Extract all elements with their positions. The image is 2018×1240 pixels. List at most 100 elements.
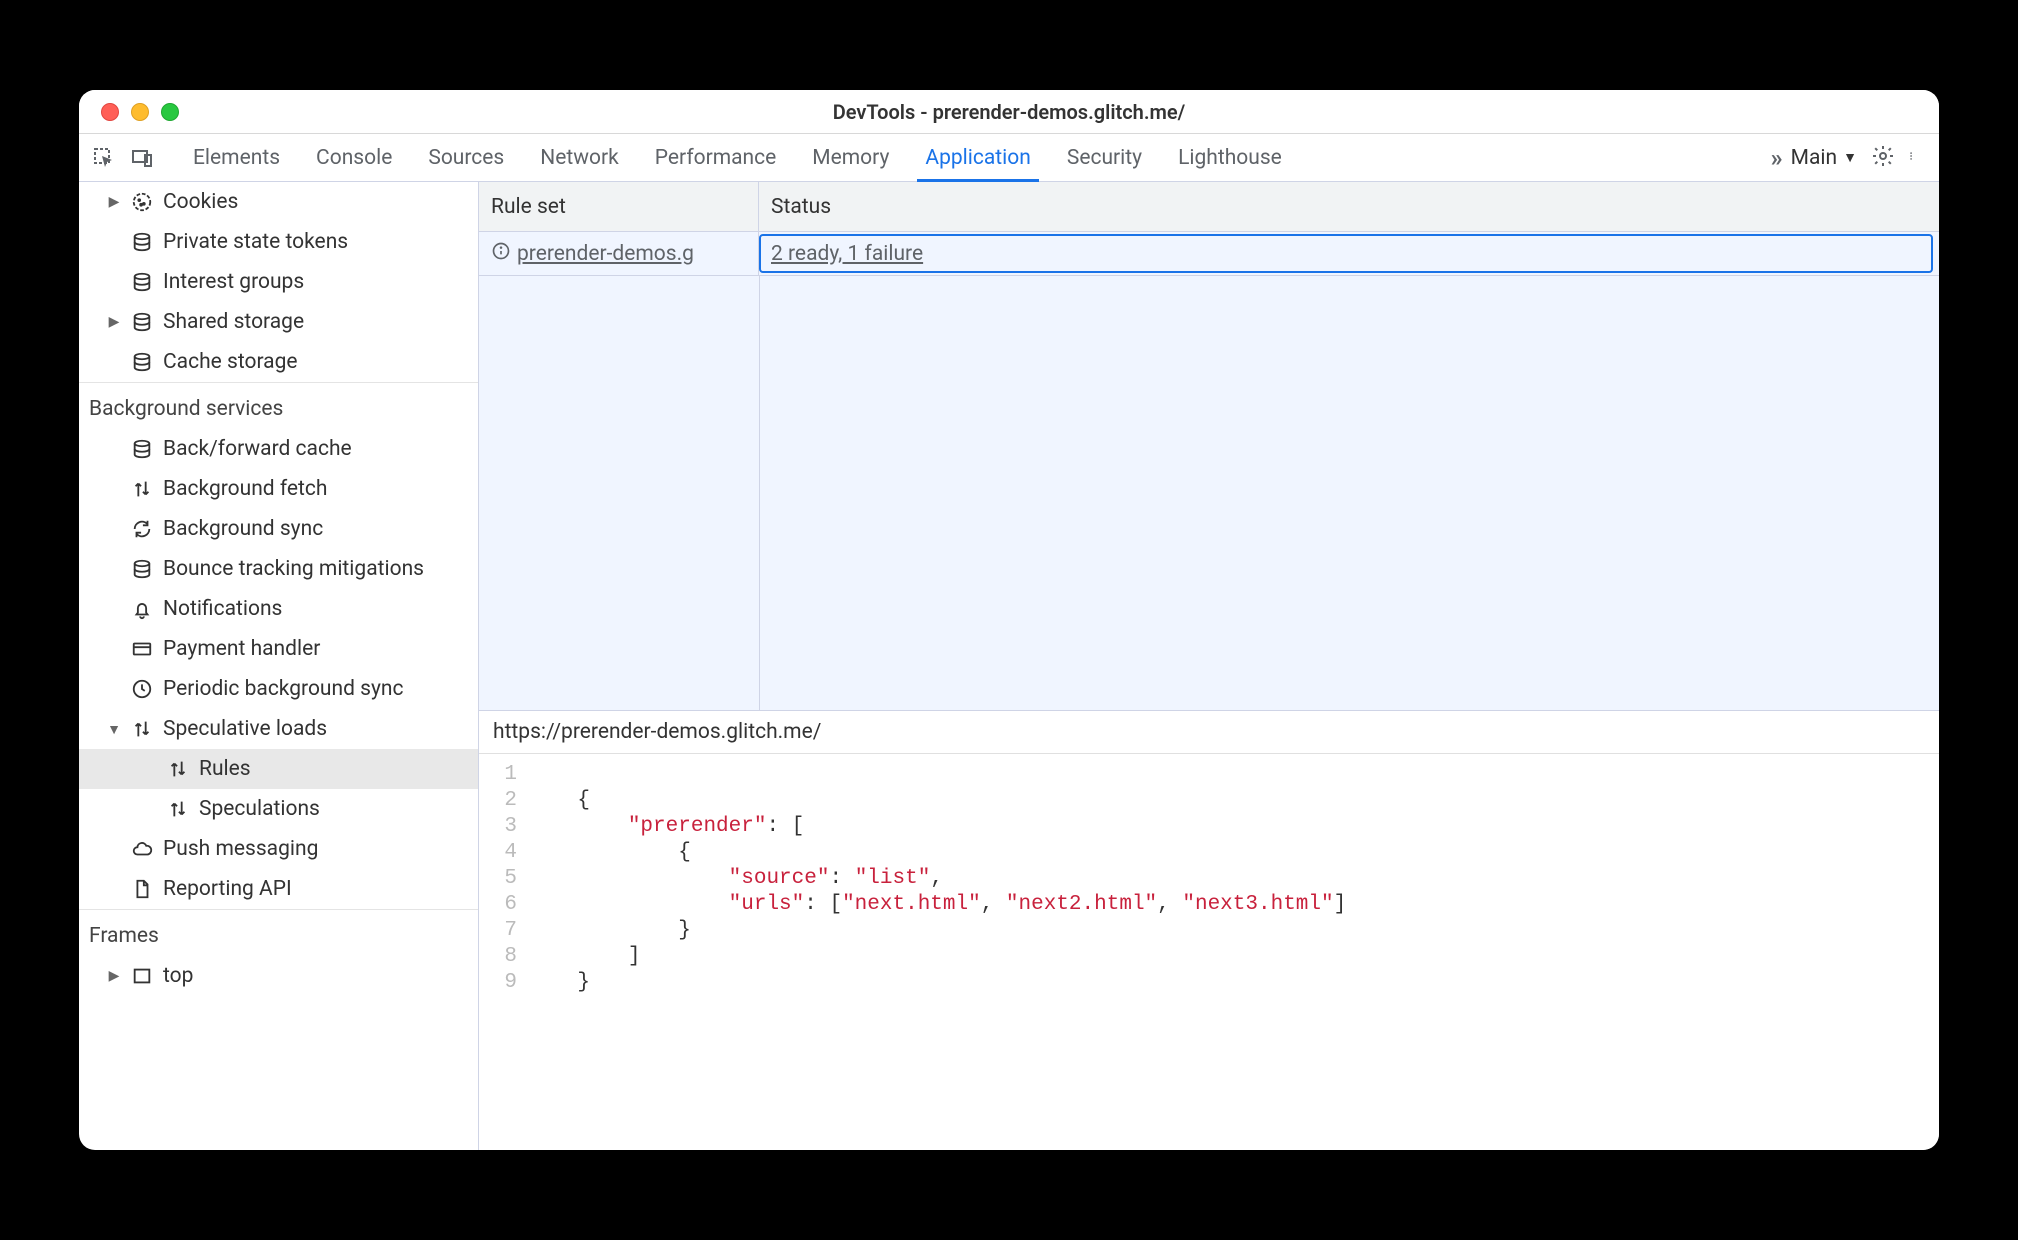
chevron-right-icon: ▶: [107, 314, 121, 330]
tab-bar: ElementsConsoleSourcesNetworkPerformance…: [79, 134, 1939, 182]
tab-security[interactable]: Security: [1049, 134, 1160, 182]
sidebar-item-label: Interest groups: [163, 270, 304, 294]
sidebar-item-label: Background fetch: [163, 477, 327, 501]
column-header-status[interactable]: Status: [759, 182, 1939, 231]
updown-icon: [167, 798, 189, 820]
minimize-button[interactable]: [131, 103, 149, 121]
bell-icon: [131, 598, 153, 620]
table-body-empty: [479, 276, 1939, 710]
sidebar-item-private-state-tokens[interactable]: Private state tokens: [79, 222, 478, 262]
cloud-icon: [131, 838, 153, 860]
sidebar-section-frames: Frames: [79, 909, 478, 956]
db-icon: [131, 351, 153, 373]
tabbar-right: » Main ▼: [1771, 144, 1929, 172]
code-pane[interactable]: 1 2 3 4 5 6 7 8 9 { "prerender": [ { "so…: [479, 754, 1939, 1150]
sidebar-item-payment-handler[interactable]: Payment handler: [79, 629, 478, 669]
sidebar-item-push-messaging[interactable]: Push messaging: [79, 829, 478, 869]
cell-status[interactable]: 2 ready, 1 failure: [759, 234, 1933, 273]
tab-lighthouse[interactable]: Lighthouse: [1160, 134, 1300, 182]
sidebar-item-label: Cookies: [163, 190, 238, 214]
code-gutter: 1 2 3 4 5 6 7 8 9: [479, 758, 527, 1150]
sidebar-item-background-fetch[interactable]: Background fetch: [79, 469, 478, 509]
cookie-icon: [131, 191, 153, 213]
traffic-lights: [79, 103, 179, 121]
sidebar-item-label: Private state tokens: [163, 230, 348, 254]
sidebar-item-back-forward-cache[interactable]: Back/forward cache: [79, 429, 478, 469]
sidebar-section-background-services: Background services: [79, 382, 478, 429]
inspect-icon[interactable]: [89, 143, 119, 173]
status-link[interactable]: 2 ready, 1 failure: [771, 242, 923, 266]
sidebar-item-label: Reporting API: [163, 877, 292, 901]
tab-console[interactable]: Console: [298, 134, 410, 182]
sidebar-item-bounce-tracking-mitigations[interactable]: Bounce tracking mitigations: [79, 549, 478, 589]
db-icon: [131, 438, 153, 460]
sidebar-item-label: Cache storage: [163, 350, 298, 374]
sidebar-item-reporting-api[interactable]: Reporting API: [79, 869, 478, 909]
sidebar-item-label: Shared storage: [163, 310, 304, 334]
sidebar-item-top[interactable]: ▶ top: [79, 956, 478, 996]
sidebar-item-label: top: [163, 964, 193, 988]
table-header: Rule set Status: [479, 182, 1939, 232]
sidebar-item-label: Bounce tracking mitigations: [163, 557, 424, 581]
code-body: { "prerender": [ { "source": "list", "ur…: [527, 758, 1939, 1150]
card-icon: [131, 638, 153, 660]
tab-memory[interactable]: Memory: [794, 134, 907, 182]
settings-icon[interactable]: [1871, 144, 1895, 172]
frame-selector[interactable]: Main ▼: [1791, 146, 1857, 170]
kebab-menu-icon[interactable]: [1909, 144, 1919, 172]
chevron-down-icon: ▼: [1843, 149, 1857, 166]
tab-network[interactable]: Network: [522, 134, 637, 182]
sidebar-item-label: Speculations: [199, 797, 320, 821]
chevron-down-icon: ▼: [107, 721, 121, 738]
sidebar-item-label: Back/forward cache: [163, 437, 352, 461]
more-tabs-icon[interactable]: »: [1771, 144, 1777, 172]
db-icon: [131, 558, 153, 580]
sidebar-item-background-sync[interactable]: Background sync: [79, 509, 478, 549]
tab-application[interactable]: Application: [907, 134, 1048, 182]
sidebar: ▶ Cookies Private state tokens Interest gro…: [79, 182, 479, 1150]
table-row[interactable]: prerender-demos.g 2 ready, 1 failure: [479, 232, 1939, 276]
device-toggle-icon[interactable]: [127, 143, 157, 173]
frame-icon: [131, 965, 153, 987]
sidebar-item-shared-storage[interactable]: ▶ Shared storage: [79, 302, 478, 342]
db-icon: [131, 231, 153, 253]
tab-elements[interactable]: Elements: [175, 134, 298, 182]
chevron-right-icon: ▶: [107, 968, 121, 984]
sidebar-item-periodic-background-sync[interactable]: Periodic background sync: [79, 669, 478, 709]
sidebar-item-notifications[interactable]: Notifications: [79, 589, 478, 629]
sync-icon: [131, 518, 153, 540]
close-button[interactable]: [101, 103, 119, 121]
sidebar-item-interest-groups[interactable]: Interest groups: [79, 262, 478, 302]
sidebar-item-label: Rules: [199, 757, 251, 781]
sidebar-item-rules[interactable]: Rules: [79, 749, 478, 789]
frame-selector-label: Main: [1791, 146, 1837, 170]
window-title: DevTools - prerender-demos.glitch.me/: [79, 100, 1939, 124]
db-icon: [131, 271, 153, 293]
tab-performance[interactable]: Performance: [637, 134, 794, 182]
updown-icon: [131, 718, 153, 740]
zoom-button[interactable]: [161, 103, 179, 121]
column-header-ruleset[interactable]: Rule set: [479, 182, 759, 231]
devtools-window: DevTools - prerender-demos.glitch.me/ El…: [79, 90, 1939, 1150]
sidebar-item-cache-storage[interactable]: Cache storage: [79, 342, 478, 382]
updown-icon: [131, 478, 153, 500]
sidebar-item-speculative-loads[interactable]: ▼ Speculative loads: [79, 709, 478, 749]
clock-icon: [131, 678, 153, 700]
detail-url: https://prerender-demos.glitch.me/: [479, 710, 1939, 754]
sidebar-item-speculations[interactable]: Speculations: [79, 789, 478, 829]
sidebar-item-label: Payment handler: [163, 637, 320, 661]
main-panel: Rule set Status prerender-demos.g 2 read…: [479, 182, 1939, 1150]
sidebar-item-cookies[interactable]: ▶ Cookies: [79, 182, 478, 222]
sidebar-item-label: Notifications: [163, 597, 282, 621]
ruleset-link[interactable]: prerender-demos.g: [517, 242, 694, 266]
chevron-right-icon: ▶: [107, 194, 121, 210]
sidebar-item-label: Push messaging: [163, 837, 318, 861]
updown-icon: [167, 758, 189, 780]
sidebar-item-label: Speculative loads: [163, 717, 327, 741]
tab-sources[interactable]: Sources: [410, 134, 522, 182]
doc-icon: [131, 878, 153, 900]
titlebar: DevTools - prerender-demos.glitch.me/: [79, 90, 1939, 134]
ruleset-table: Rule set Status prerender-demos.g 2 read…: [479, 182, 1939, 710]
sidebar-item-label: Periodic background sync: [163, 677, 404, 701]
info-icon: [491, 241, 511, 267]
